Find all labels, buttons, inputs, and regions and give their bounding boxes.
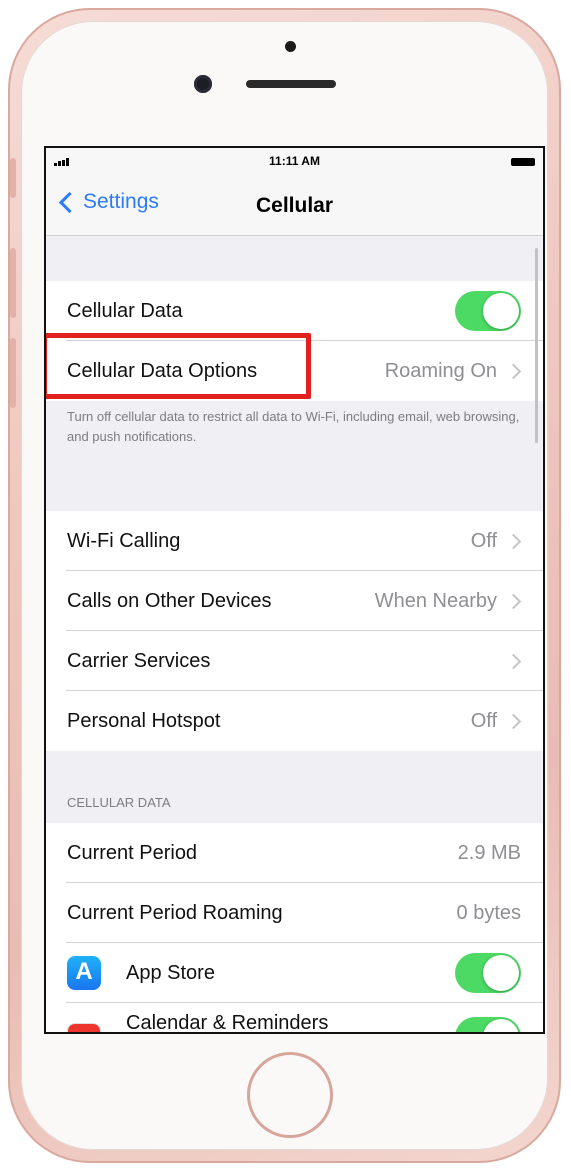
app-store-icon [67, 956, 101, 990]
calendar-icon [67, 1023, 101, 1032]
chevron-right-icon [505, 533, 522, 550]
status-time: 11:11 AM [269, 154, 320, 168]
calls-other-devices-row[interactable]: Calls on Other Devices When Nearby [46, 571, 543, 631]
calls-other-devices-label: Calls on Other Devices [67, 590, 272, 612]
personal-hotspot-row[interactable]: Personal Hotspot Off [46, 691, 543, 751]
calendar-reminders-label: Calendar & Reminders [126, 1012, 329, 1034]
earpiece-speaker [246, 80, 336, 88]
chevron-right-icon [505, 593, 522, 610]
volume-down-button [10, 338, 16, 408]
cellular-data-footer: Turn off cellular data to restrict all d… [67, 409, 520, 444]
chevron-right-icon [505, 713, 522, 730]
scroll-indicator[interactable] [535, 248, 538, 443]
calendar-reminders-toggle[interactable] [455, 1017, 521, 1032]
current-period-label: Current Period [67, 842, 198, 864]
cellular-data-toggle[interactable] [455, 291, 521, 331]
toggle-knob [483, 1019, 519, 1032]
cellular-data-options-value: Roaming On [384, 360, 497, 382]
cellular-data-label: Cellular Data [67, 300, 183, 322]
carrier-services-row[interactable]: Carrier Services [46, 631, 543, 691]
cellular-data-row: Cellular Data [46, 281, 543, 341]
current-period-roaming-value: 0 bytes [456, 902, 521, 924]
proximity-sensor [285, 41, 296, 52]
battery-icon [511, 158, 535, 166]
navigation-bar: Settings Cellular [46, 178, 543, 236]
calendar-reminders-row: Calendar & Reminders [46, 1003, 543, 1032]
current-period-roaming-label: Current Period Roaming [67, 902, 283, 924]
app-store-toggle[interactable] [455, 953, 521, 993]
wifi-calling-value: Off [470, 530, 497, 552]
personal-hotspot-value: Off [470, 710, 497, 732]
chevron-right-icon [505, 363, 522, 380]
chevron-right-icon [505, 653, 522, 670]
carrier-services-label: Carrier Services [67, 650, 211, 672]
cellular-data-section-header: CELLULAR DATA [67, 795, 171, 810]
home-button[interactable] [247, 1052, 333, 1138]
toggle-knob [483, 293, 519, 329]
cellular-data-options-row[interactable]: Cellular Data Options Roaming On [46, 341, 543, 401]
mute-switch [10, 158, 16, 198]
current-period-row: Current Period 2.9 MB [46, 823, 543, 883]
front-camera [194, 75, 212, 93]
wifi-calling-label: Wi-Fi Calling [67, 530, 181, 552]
page-title: Cellular [255, 194, 334, 217]
wifi-calling-row[interactable]: Wi-Fi Calling Off [46, 511, 543, 571]
phone-screen: 11:11 AM Settings Cellular Cellular Data… [44, 146, 545, 1034]
current-period-value: 2.9 MB [457, 842, 521, 864]
current-period-roaming-row: Current Period Roaming 0 bytes [46, 883, 543, 943]
volume-up-button [10, 248, 16, 318]
personal-hotspot-label: Personal Hotspot [67, 710, 221, 732]
calls-other-devices-value: When Nearby [374, 590, 497, 612]
toggle-knob [483, 955, 519, 991]
status-bar: 11:11 AM [46, 148, 543, 178]
cellular-data-options-label: Cellular Data Options [67, 360, 258, 382]
